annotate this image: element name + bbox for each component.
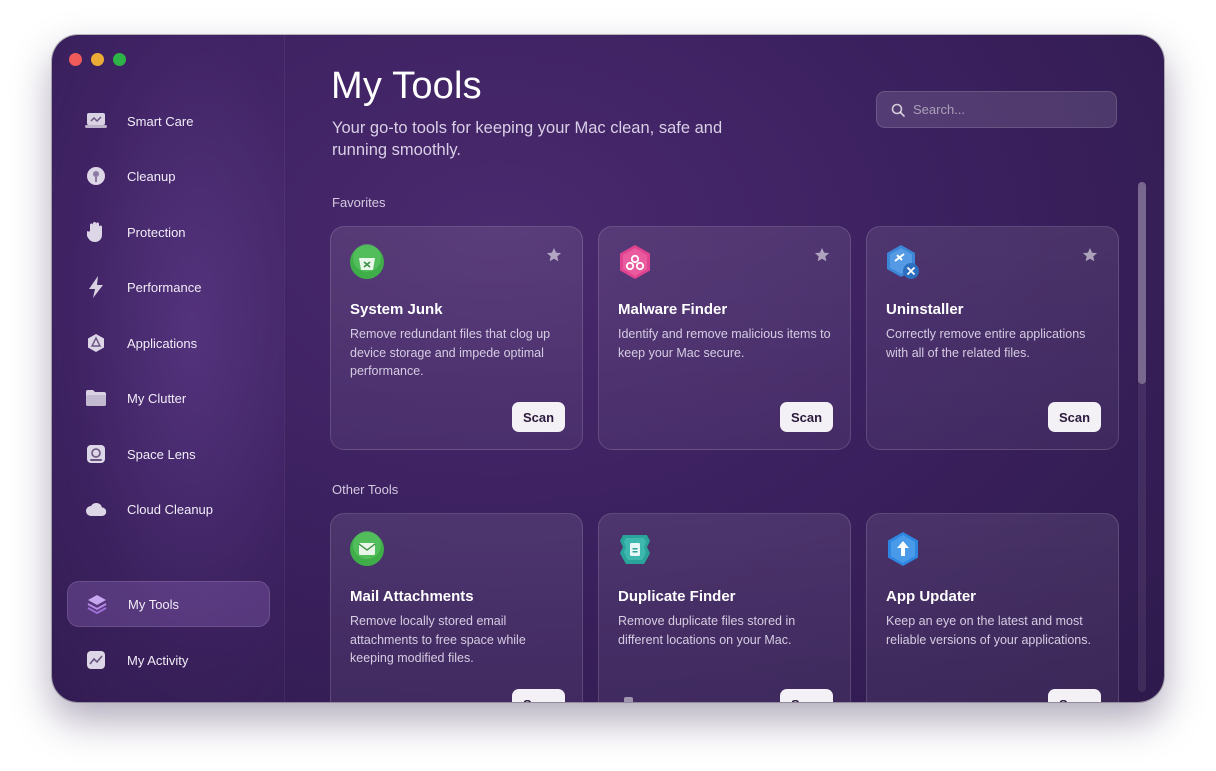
- tool-card-app-updater[interactable]: App Updater Keep an eye on the latest an…: [866, 513, 1119, 702]
- tool-card-description: Remove duplicate files stored in differe…: [618, 614, 796, 647]
- tool-card-mail-attachments[interactable]: Mail Attachments Remove locally stored e…: [330, 513, 583, 702]
- sidebar-item-my-clutter[interactable]: My Clutter: [67, 375, 270, 421]
- uninstaller-icon: [885, 244, 921, 280]
- tool-card-description: Remove redundant files that clog up devi…: [350, 327, 551, 378]
- sidebar-item-my-activity[interactable]: My Activity: [67, 637, 270, 683]
- tool-card-description: Keep an eye on the latest and most relia…: [886, 614, 1091, 647]
- sidebar-item-label: My Clutter: [127, 390, 187, 406]
- sidebar: Smart Care Cleanup Protection Performanc…: [52, 35, 285, 702]
- tool-card-system-junk[interactable]: System Junk Remove redundant files that …: [330, 226, 583, 450]
- sidebar-item-label: Cleanup: [127, 168, 176, 184]
- other-tools-section-label: Other Tools: [332, 482, 399, 497]
- sidebar-item-cleanup[interactable]: Cleanup: [67, 153, 270, 199]
- cleanup-icon: [85, 165, 107, 187]
- tool-card-title: Uninstaller: [886, 301, 964, 318]
- my-clutter-folder-icon: [85, 387, 107, 409]
- scan-button[interactable]: Scan: [780, 689, 833, 702]
- tool-card-title: Mail Attachments: [350, 588, 474, 605]
- tool-card-description: Identify and remove malicious items to k…: [618, 327, 831, 360]
- protection-hand-icon: [85, 221, 107, 243]
- tool-card-malware-finder[interactable]: Malware Finder Identify and remove malic…: [598, 226, 851, 450]
- tool-card-description: Remove locally stored email attachments …: [350, 614, 526, 665]
- page-title: My Tools: [331, 65, 482, 107]
- tool-card-uninstaller[interactable]: Uninstaller Correctly remove entire appl…: [866, 226, 1119, 450]
- smart-care-icon: [85, 110, 107, 132]
- sidebar-item-label: Applications: [127, 335, 198, 351]
- sidebar-item-smart-care[interactable]: Smart Care: [67, 98, 270, 144]
- app-window: Smart Care Cleanup Protection Performanc…: [52, 35, 1164, 702]
- card-hint: [624, 697, 633, 702]
- sidebar-item-my-tools[interactable]: My Tools: [67, 581, 270, 627]
- space-lens-icon: [85, 443, 107, 465]
- tool-card-description: Correctly remove entire applications wit…: [886, 327, 1086, 360]
- page-subtitle: Your go-to tools for keeping your Mac cl…: [332, 119, 723, 159]
- favorite-star-icon[interactable]: [1082, 247, 1098, 263]
- sidebar-item-applications[interactable]: Applications: [67, 320, 270, 366]
- main-content: My Tools Your go-to tools for keeping yo…: [285, 35, 1164, 702]
- scan-button[interactable]: Scan: [1048, 402, 1101, 432]
- sidebar-item-label: My Tools: [128, 596, 180, 612]
- my-activity-chart-icon: [85, 649, 107, 671]
- sidebar-item-label: Performance: [127, 279, 202, 295]
- search-icon: [891, 103, 905, 117]
- tool-card-title: App Updater: [886, 588, 976, 605]
- tool-card-title: System Junk: [350, 301, 443, 318]
- system-junk-icon: [349, 244, 385, 280]
- sidebar-item-label: Protection: [127, 224, 186, 240]
- scrollbar-thumb[interactable]: [1138, 182, 1146, 384]
- tool-card-title: Duplicate Finder: [618, 588, 736, 605]
- duplicate-finder-icon: [617, 531, 653, 567]
- sidebar-item-performance[interactable]: Performance: [67, 264, 270, 310]
- sidebar-item-space-lens[interactable]: Space Lens: [67, 431, 270, 477]
- sidebar-item-label: My Activity: [127, 652, 189, 668]
- scan-button[interactable]: Scan: [512, 402, 565, 432]
- sidebar-item-label: Smart Care: [127, 113, 194, 129]
- my-tools-stack-icon: [86, 593, 108, 615]
- scan-button[interactable]: Scan: [512, 689, 565, 702]
- sidebar-item-label: Space Lens: [127, 446, 196, 462]
- scan-button[interactable]: Scan: [1048, 689, 1101, 702]
- cloud-cleanup-icon: [85, 498, 107, 520]
- applications-icon: [85, 332, 107, 354]
- performance-bolt-icon: [85, 276, 107, 298]
- app-updater-icon: [885, 531, 921, 567]
- favorite-star-icon[interactable]: [814, 247, 830, 263]
- search-input[interactable]: [913, 102, 1093, 117]
- hint-square-icon: [624, 697, 633, 702]
- malware-finder-icon: [617, 244, 653, 280]
- tool-card-title: Malware Finder: [618, 301, 728, 318]
- scan-button[interactable]: Scan: [780, 402, 833, 432]
- vertical-scrollbar[interactable]: [1138, 182, 1146, 692]
- favorite-star-icon[interactable]: [546, 247, 562, 263]
- search-box[interactable]: [876, 91, 1117, 128]
- sidebar-item-label: Cloud Cleanup: [127, 501, 214, 517]
- mail-attachments-icon: [349, 531, 385, 567]
- tool-card-duplicate-finder[interactable]: Duplicate Finder Remove duplicate files …: [598, 513, 851, 702]
- sidebar-item-protection[interactable]: Protection: [67, 209, 270, 255]
- favorites-section-label: Favorites: [332, 195, 386, 210]
- sidebar-item-cloud-cleanup[interactable]: Cloud Cleanup: [67, 486, 270, 532]
